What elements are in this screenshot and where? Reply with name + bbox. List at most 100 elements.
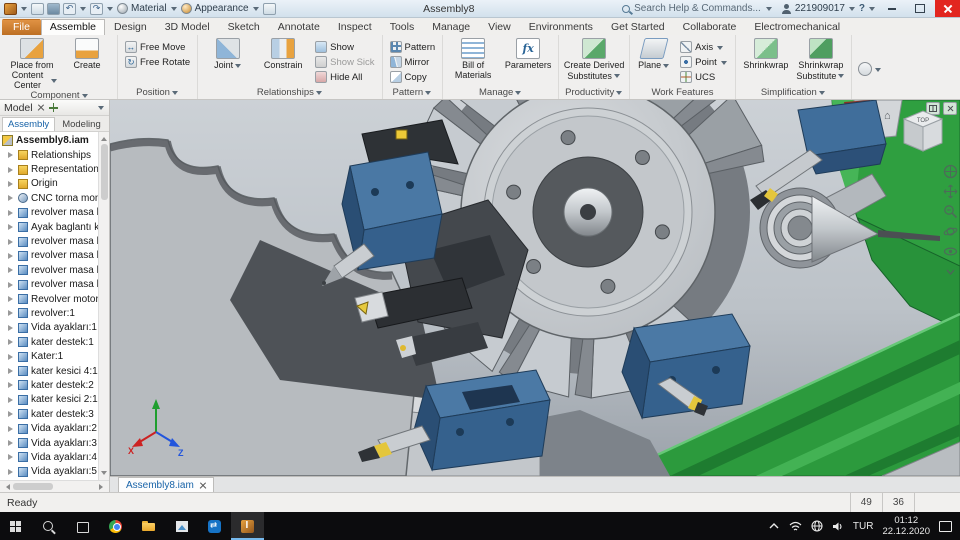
shrinkwrap-button[interactable]: Shrinkwrap	[740, 37, 792, 85]
tree-item[interactable]: revolver masa hatt	[2, 234, 98, 248]
place-from-content-center-button[interactable]: Place from Content Center	[6, 37, 58, 90]
tree-item[interactable]: CNC torna montaj:	[2, 191, 98, 205]
panel-label-relationships[interactable]: Relationships	[198, 85, 381, 99]
zoom-icon[interactable]	[943, 204, 958, 219]
ribbon-tab[interactable]: Assemble	[40, 19, 106, 35]
panel-label-productivity[interactable]: Productivity	[559, 85, 629, 99]
undo-icon[interactable]: ↶	[63, 2, 76, 15]
globe-icon[interactable]	[811, 520, 823, 532]
expand-arrow-icon[interactable]	[8, 353, 16, 360]
ribbon-tab[interactable]: Design	[105, 19, 156, 35]
expand-arrow-icon[interactable]	[8, 252, 16, 259]
viewcube-home-icon[interactable]: ⌂	[884, 110, 891, 122]
material-label[interactable]: Material	[131, 3, 167, 14]
close-button[interactable]	[935, 0, 960, 17]
axis-button[interactable]: Axis	[677, 40, 731, 54]
ribbon-overflow-button[interactable]	[852, 35, 888, 99]
ribbon-tab[interactable]: Get Started	[602, 19, 674, 35]
expand-arrow-icon[interactable]	[8, 180, 16, 187]
expand-arrow-icon[interactable]	[8, 324, 16, 331]
panel-label-component[interactable]: Component	[2, 90, 117, 101]
free-rotate-button[interactable]: ↻ Free Rotate	[122, 55, 193, 69]
material-caret-icon[interactable]	[170, 7, 177, 14]
scroll-thumb[interactable]	[100, 144, 108, 200]
taskbar-app-button[interactable]	[66, 512, 99, 540]
restore-button[interactable]	[907, 0, 932, 17]
help-caret-icon[interactable]	[869, 7, 875, 14]
ribbon-tab[interactable]: Manage	[423, 19, 479, 35]
close-browser-icon[interactable]	[37, 104, 45, 112]
create-button[interactable]: Create	[61, 37, 113, 90]
tree-item[interactable]: revolver masa hatt	[2, 278, 98, 292]
expand-arrow-icon[interactable]	[8, 267, 16, 274]
close-document-icon[interactable]	[199, 482, 206, 489]
tree-item[interactable]: revolver masa hatt	[2, 206, 98, 220]
plane-button[interactable]: Plane	[634, 37, 674, 85]
joint-button[interactable]: Joint	[202, 37, 254, 85]
navigation-wheel-icon[interactable]	[943, 164, 958, 179]
browser-horizontal-scrollbar[interactable]	[0, 480, 109, 492]
ribbon-tab[interactable]: Environments	[520, 19, 602, 35]
expand-arrow-icon[interactable]	[8, 425, 16, 432]
minimize-button[interactable]	[879, 0, 904, 17]
expand-arrow-icon[interactable]	[8, 368, 16, 375]
scroll-right-icon[interactable]	[99, 483, 106, 490]
tree-item[interactable]: Vida ayakları:3	[2, 436, 98, 450]
measure-icon[interactable]	[262, 2, 276, 15]
tree-item[interactable]: Vida ayakları:1	[2, 321, 98, 335]
redo-caret-icon[interactable]	[107, 7, 113, 14]
expand-arrow-icon[interactable]	[8, 195, 16, 202]
viewcube[interactable]: ⌂ TOP	[880, 105, 950, 159]
appearance-sphere-icon[interactable]	[180, 3, 192, 14]
point-button[interactable]: Point	[677, 55, 731, 69]
ribbon-tab[interactable]: Electromechanical	[745, 19, 849, 35]
expand-arrow-icon[interactable]	[8, 339, 16, 346]
taskbar-app-button[interactable]	[198, 512, 231, 540]
taskbar-app-button[interactable]	[132, 512, 165, 540]
shrinkwrap-substitute-button[interactable]: Shrinkwrap Substitute	[795, 37, 847, 85]
browser-panel-tab[interactable]: Model	[4, 102, 33, 114]
tree-item[interactable]: Revolver motoru al	[2, 292, 98, 306]
expand-arrow-icon[interactable]	[8, 382, 16, 389]
taskbar-clock[interactable]: 01:12 22.12.2020	[882, 515, 930, 537]
ucs-button[interactable]: UCS	[677, 70, 731, 84]
panel-label-simplification[interactable]: Simplification	[736, 85, 851, 99]
taskbar-app-button[interactable]	[33, 512, 66, 540]
account-icon[interactable]	[782, 3, 792, 14]
appearance-caret-icon[interactable]	[252, 7, 259, 14]
tree-item[interactable]: Vida ayakları:5	[2, 465, 98, 479]
add-browser-tab-icon[interactable]	[48, 103, 58, 112]
tool-holder-right[interactable]	[621, 313, 751, 420]
tree-item[interactable]: kater kesici 2:1	[2, 393, 98, 407]
speaker-icon[interactable]	[832, 521, 844, 532]
bill-of-materials-button[interactable]: Bill of Materials	[447, 37, 499, 85]
tree-item[interactable]: Representations	[2, 162, 98, 176]
hide-all-button[interactable]: Hide All	[312, 70, 377, 84]
constrain-button[interactable]: Constrain	[257, 37, 309, 85]
ribbon-tab[interactable]: View	[479, 19, 520, 35]
document-tab[interactable]: Assembly8.iam	[118, 477, 214, 492]
language-indicator[interactable]: TUR	[853, 521, 874, 532]
ribbon-tab[interactable]: File	[2, 19, 41, 35]
scroll-down-icon[interactable]	[101, 471, 107, 478]
taskbar-app-button[interactable]	[231, 512, 264, 540]
expand-arrow-icon[interactable]	[8, 310, 16, 317]
pan-icon[interactable]	[943, 184, 958, 199]
free-move-button[interactable]: ↔ Free Move	[122, 40, 193, 54]
tree-item[interactable]: Origin	[2, 177, 98, 191]
ribbon-tab[interactable]: Annotate	[269, 19, 329, 35]
save-icon[interactable]	[47, 2, 60, 15]
tree-item[interactable]: kater destek:3	[2, 407, 98, 421]
browser-caret-icon[interactable]	[98, 106, 104, 113]
look-at-icon[interactable]	[943, 244, 958, 259]
tree-item[interactable]: revolver:1	[2, 306, 98, 320]
navbar-more-caret-icon[interactable]	[943, 264, 958, 279]
tree-item[interactable]: revolver masa hatt	[2, 263, 98, 277]
tree-item[interactable]: kater destek:2	[2, 378, 98, 392]
taskbar-app-button[interactable]	[99, 512, 132, 540]
tree-item[interactable]: Kater:1	[2, 349, 98, 363]
browser-tab[interactable]: Modeling	[56, 117, 107, 131]
scroll-left-icon[interactable]	[3, 483, 10, 490]
pattern-button[interactable]: Pattern	[387, 40, 439, 54]
expand-arrow-icon[interactable]	[8, 468, 16, 475]
